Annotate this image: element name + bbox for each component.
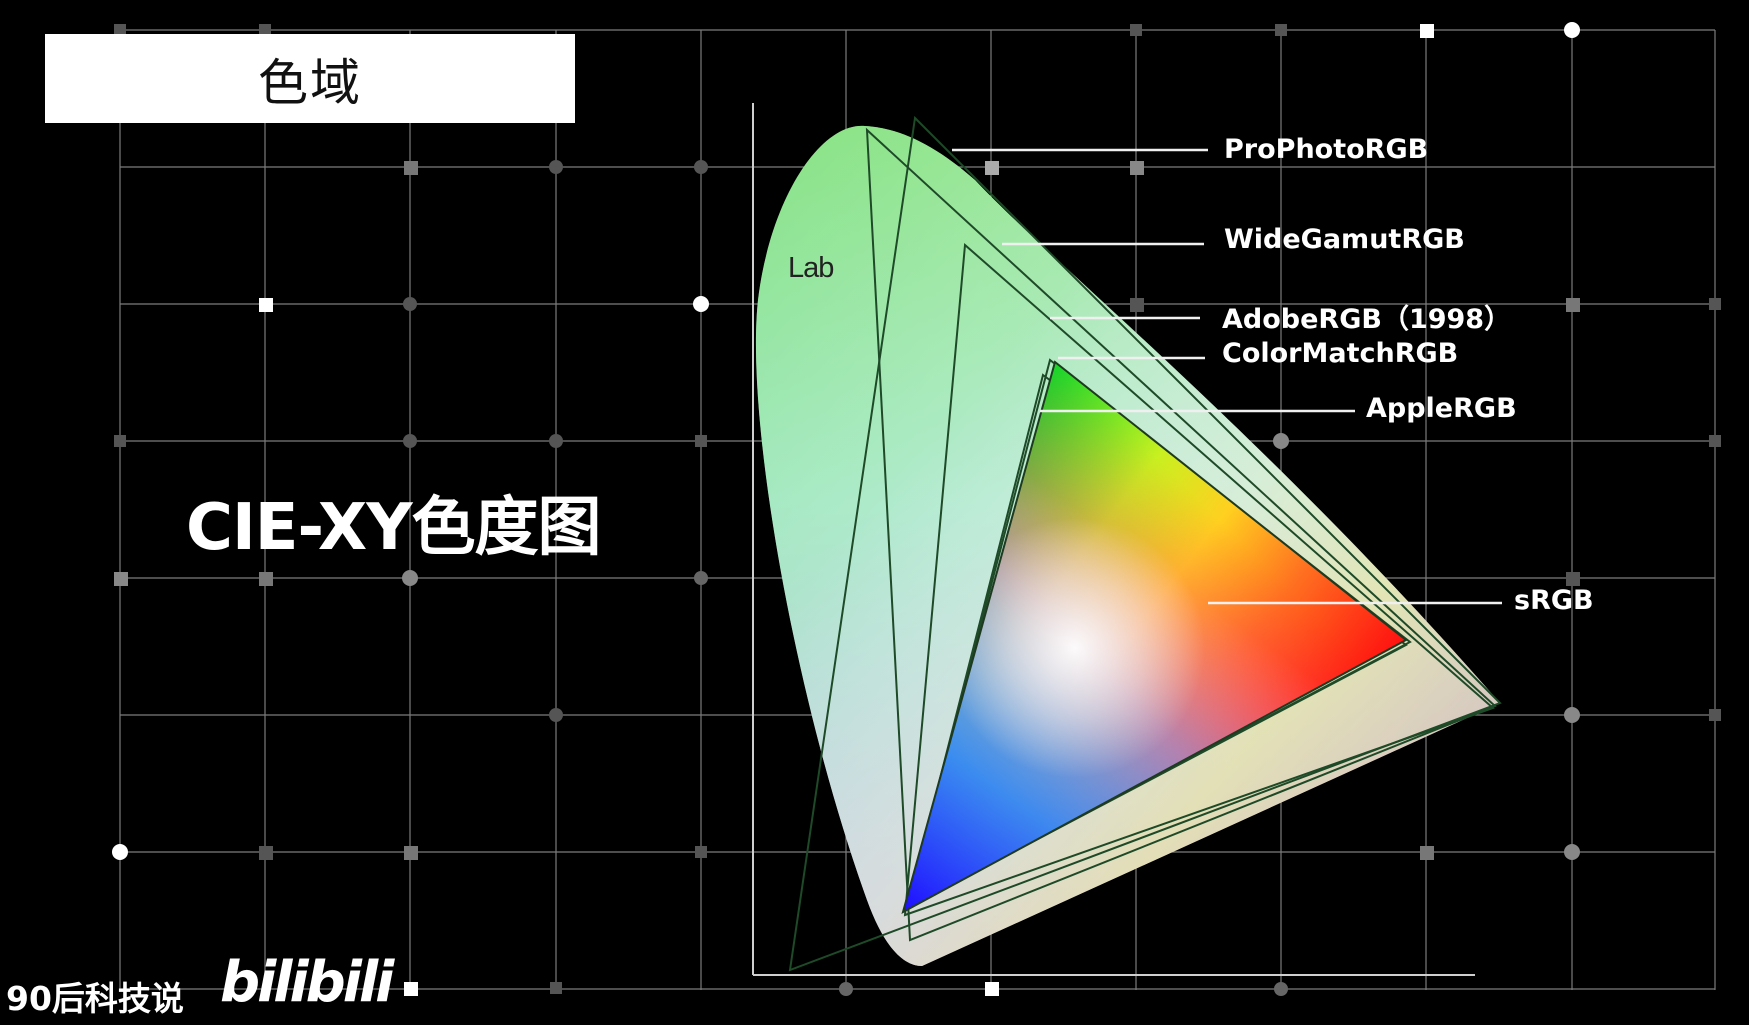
bilibili-logo: bilibili bbox=[220, 950, 394, 1015]
label-widegamutrgb: WideGamutRGB bbox=[1224, 224, 1465, 255]
page-title: 色域 bbox=[258, 53, 362, 112]
label-prophotorgb: ProPhotoRGB bbox=[1224, 134, 1429, 165]
label-colormatchrgb: ColorMatchRGB bbox=[1222, 338, 1459, 369]
label-adobergb: AdobeRGB（1998） bbox=[1222, 304, 1512, 335]
title-box: 色域 bbox=[45, 34, 575, 123]
label-srgb: sRGB bbox=[1514, 585, 1594, 616]
lab-label: Lab bbox=[788, 252, 834, 284]
label-applergb: AppleRGB bbox=[1366, 393, 1517, 424]
watermark-text: 90后科技说 bbox=[6, 979, 184, 1018]
subtitle: CIE-XY色度图 bbox=[186, 491, 602, 565]
